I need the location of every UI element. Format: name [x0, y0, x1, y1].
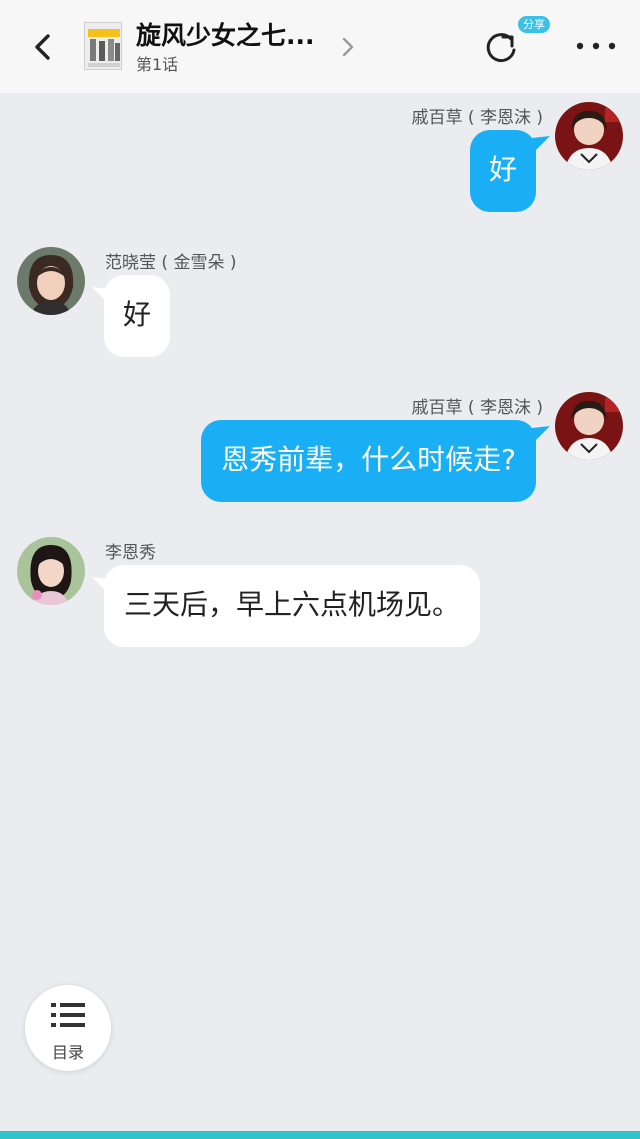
avatar[interactable]	[17, 537, 85, 605]
sender-name: 范晓莹 ( 金雪朵 )	[105, 253, 237, 273]
list-icon	[51, 1003, 85, 1027]
title-area[interactable]: 旋风少女之七... 第1话	[136, 20, 356, 76]
chat-message: 范晓莹 ( 金雪朵 ) 好	[0, 245, 640, 365]
share-refresh-icon[interactable]	[484, 30, 518, 66]
sender-name: 李恩秀	[105, 543, 156, 563]
chat-message: 戚百草 ( 李恩沫 ) 好	[0, 100, 640, 220]
comic-title: 旋风少女之七...	[136, 21, 315, 50]
bottom-progress-strip	[0, 1131, 640, 1139]
sender-name: 戚百草 ( 李恩沫 )	[411, 108, 543, 128]
message-bubble[interactable]: 好	[104, 275, 170, 357]
avatar[interactable]	[17, 247, 85, 315]
avatar[interactable]	[555, 102, 623, 170]
top-bar: 旋风少女之七... 第1话 分享	[0, 0, 640, 93]
episode-label: 第1话	[136, 55, 179, 74]
toc-button[interactable]: 目录	[25, 985, 111, 1071]
message-bubble[interactable]: 三天后，早上六点机场见。	[104, 565, 481, 647]
share-badge[interactable]: 分享	[518, 16, 550, 33]
message-bubble[interactable]: 恩秀前辈，什么时候走?	[201, 420, 536, 502]
sender-name: 戚百草 ( 李恩沫 )	[411, 398, 543, 418]
chevron-right-icon	[342, 37, 354, 57]
more-options-icon[interactable]	[574, 36, 618, 56]
back-arrow-icon[interactable]	[28, 30, 58, 64]
comic-cover-thumbnail[interactable]	[84, 22, 122, 70]
chat-message: 戚百草 ( 李恩沫 ) 恩秀前辈，什么时候走?	[0, 390, 640, 510]
toc-label: 目录	[51, 1043, 84, 1062]
avatar[interactable]	[555, 392, 623, 460]
message-bubble[interactable]: 好	[470, 130, 536, 212]
chat-message: 李恩秀 三天后，早上六点机场见。	[0, 535, 640, 655]
